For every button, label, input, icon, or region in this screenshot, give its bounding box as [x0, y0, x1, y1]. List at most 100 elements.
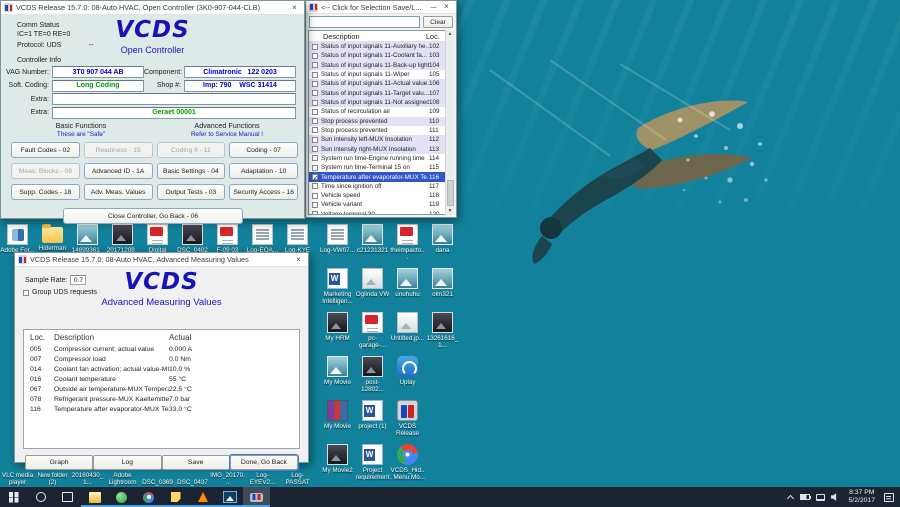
- list-item[interactable]: Sun intensity right-MUX Insolation 113: [309, 144, 453, 153]
- checkbox-icon[interactable]: [312, 193, 318, 199]
- checkbox-icon[interactable]: [312, 53, 318, 59]
- desktop-icon[interactable]: olm321: [425, 268, 460, 305]
- function-button[interactable]: Adv. Meas. Values: [84, 184, 153, 200]
- checkbox-icon[interactable]: [312, 202, 318, 208]
- selection-titlebar[interactable]: <-- Click for Selection Save/L...: [306, 1, 456, 14]
- function-button[interactable]: Readiness - 15: [84, 142, 153, 158]
- close-controller-button[interactable]: Close Controller, Go Back - 06: [63, 208, 243, 224]
- desktop-icon[interactable]: Uplay: [390, 356, 425, 393]
- list-item[interactable]: Vehicle speed 118: [309, 191, 453, 200]
- checkbox-icon[interactable]: [312, 100, 318, 106]
- desktop-icon[interactable]: My HRM: [320, 312, 355, 349]
- list-item[interactable]: Vehicle variant 119: [309, 200, 453, 209]
- list-item[interactable]: Voltage terminal 30 120: [309, 210, 453, 215]
- save-button[interactable]: Save: [162, 455, 230, 470]
- file-explorer-icon[interactable]: [81, 487, 108, 507]
- list-item[interactable]: Status of input signals 11-Target valu..…: [309, 89, 453, 98]
- done-go-back-button[interactable]: Done, Go Back: [230, 455, 298, 470]
- desktop-icon[interactable]: Marketing Intelligen...: [320, 268, 355, 305]
- desktop-icon[interactable]: dana: [425, 224, 460, 261]
- chrome-icon[interactable]: [135, 487, 162, 507]
- close-icon[interactable]: [440, 1, 453, 13]
- task-view-icon[interactable]: [54, 487, 81, 507]
- checkbox-icon[interactable]: [312, 81, 318, 87]
- hidden-icons-caret-icon[interactable]: [783, 487, 798, 507]
- vcds-icon[interactable]: [243, 487, 270, 507]
- amv-titlebar[interactable]: VCDS Release 15.7.0: 08-Auto HVAC, Advan…: [15, 253, 308, 267]
- network-icon[interactable]: [813, 487, 828, 507]
- checkbox-icon[interactable]: [312, 174, 318, 180]
- photos-icon[interactable]: [216, 487, 243, 507]
- list-item[interactable]: Status of input signals 11-Wiper 105: [309, 70, 453, 79]
- list-item[interactable]: System run time-Engine running time 114: [309, 154, 453, 163]
- desktop-icon[interactable]: Untitled.jp...: [390, 312, 425, 349]
- function-button[interactable]: Security Access - 16: [229, 184, 298, 200]
- checkbox-icon[interactable]: [312, 127, 318, 133]
- desktop-icon[interactable]: VCDS Release 15.7: [390, 400, 425, 437]
- desktop-icon[interactable]: Log-VW07...: [320, 224, 355, 261]
- desktop-icon[interactable]: My Movie: [320, 400, 355, 437]
- checkbox-icon[interactable]: [312, 183, 318, 189]
- minimize-icon[interactable]: [427, 1, 440, 13]
- checkbox-icon[interactable]: [312, 165, 318, 171]
- desktop-icon[interactable]: My Movie: [320, 356, 355, 393]
- function-button[interactable]: Advanced ID - 1A: [84, 163, 153, 179]
- list-item[interactable]: Status of input signals 11-Back-up light…: [309, 61, 453, 70]
- log-button[interactable]: Log: [93, 455, 161, 470]
- scroll-down-icon[interactable]: [448, 207, 453, 215]
- list-item[interactable]: Status of recirculation air 109: [309, 107, 453, 116]
- desktop-icon[interactable]: Oglinda VW: [355, 268, 390, 305]
- close-icon[interactable]: [292, 254, 305, 266]
- sticky-notes-icon[interactable]: [162, 487, 189, 507]
- battery-icon[interactable]: [798, 487, 813, 507]
- desktop-icon[interactable]: Project requirements: [355, 444, 390, 481]
- scrollbar[interactable]: [445, 30, 454, 215]
- search-icon[interactable]: [27, 487, 54, 507]
- selection-search-input[interactable]: [309, 16, 420, 28]
- list-item[interactable]: Status of input signals 11-Not assigned …: [309, 98, 453, 107]
- list-item[interactable]: System run time-Terminal 15 on 115: [309, 163, 453, 172]
- checkbox-icon[interactable]: [312, 44, 318, 50]
- clear-button[interactable]: Clear: [423, 16, 453, 28]
- checkbox-icon[interactable]: [312, 109, 318, 115]
- list-item[interactable]: Status of input signals 11-Coolant fa...…: [309, 51, 453, 60]
- desktop-icon[interactable]: VCDS_Hid... Menu Mo...: [390, 444, 425, 481]
- checkbox-icon[interactable]: [312, 62, 318, 68]
- function-button[interactable]: Adaptation - 10: [229, 163, 298, 179]
- desktop-icon[interactable]: post-12802...: [355, 356, 390, 393]
- desktop-icon[interactable]: unuhuhu: [390, 268, 425, 305]
- function-button[interactable]: Coding II - 11: [157, 142, 226, 158]
- desktop-icon[interactable]: 13261616_1...: [425, 312, 460, 349]
- function-button[interactable]: Fault Codes - 02: [11, 142, 80, 158]
- start-icon[interactable]: [0, 487, 27, 507]
- graph-button[interactable]: Graph: [25, 455, 93, 470]
- function-button[interactable]: Meas. Blocks - 08: [11, 163, 80, 179]
- action-center-icon[interactable]: [881, 487, 896, 507]
- function-button[interactable]: Output Tests - 03: [157, 184, 226, 200]
- checkbox-icon[interactable]: [312, 118, 318, 124]
- list-item[interactable]: Temperature after evaporator-MUX Te... 1…: [309, 172, 453, 181]
- clock[interactable]: 8:37 PM 5/2/2017: [843, 489, 881, 505]
- close-icon[interactable]: [288, 2, 301, 14]
- desktop-icon[interactable]: c21231321: [355, 224, 390, 261]
- list-item[interactable]: Status of input signals 11-Actual value.…: [309, 79, 453, 88]
- vlc-icon[interactable]: [189, 487, 216, 507]
- checkbox-icon[interactable]: [312, 72, 318, 78]
- list-item[interactable]: Stop process prevented 110: [309, 117, 453, 126]
- list-item[interactable]: Sun intensity left-MUX Insolation 112: [309, 135, 453, 144]
- list-item[interactable]: Stop process prevented 111: [309, 126, 453, 135]
- desktop-icon[interactable]: theimpacto...: [390, 224, 425, 261]
- list-item[interactable]: Status of input signals 11-Auxiliary he.…: [309, 42, 453, 51]
- checkbox-icon[interactable]: [312, 211, 318, 215]
- checkbox-icon[interactable]: [312, 90, 318, 96]
- open-controller-titlebar[interactable]: VCDS Release 15.7.0: 08-Auto HVAC, Open …: [1, 1, 304, 15]
- volume-icon[interactable]: [828, 487, 843, 507]
- checkbox-icon[interactable]: [312, 155, 318, 161]
- checkbox-icon[interactable]: [312, 146, 318, 152]
- list-item[interactable]: Time since ignition off 117: [309, 182, 453, 191]
- green-app-icon[interactable]: [108, 487, 135, 507]
- scroll-up-icon[interactable]: [448, 30, 453, 38]
- desktop-icon[interactable]: pc-garage-...: [355, 312, 390, 349]
- function-button[interactable]: Supp. Codes - 18: [11, 184, 80, 200]
- desktop-icon[interactable]: project (1): [355, 400, 390, 437]
